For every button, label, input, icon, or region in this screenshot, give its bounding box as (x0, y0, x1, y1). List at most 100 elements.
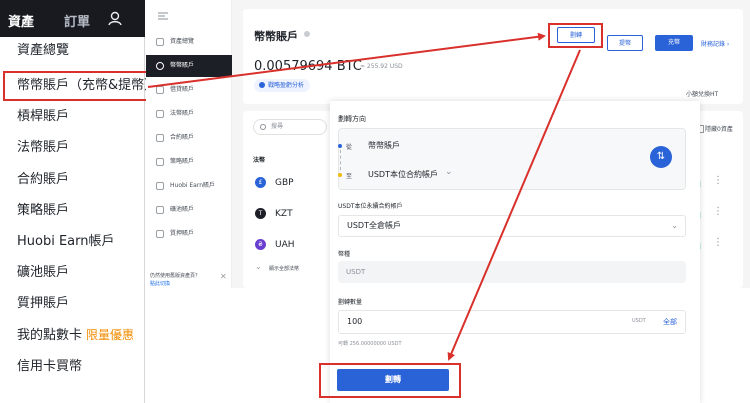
from-dot-icon (338, 144, 342, 148)
to-tag: 至 (346, 173, 353, 180)
sidebar-item-1[interactable]: 幣幣賬戶 (146, 55, 232, 77)
more-icon[interactable]: ⋮ (713, 175, 723, 186)
tip-switch-link[interactable]: 點此切換 (150, 280, 228, 287)
sidebar-item-label: 法幣賬戶 (170, 110, 195, 117)
contract-account-label: USDT本位永續合約帳戶 (338, 203, 403, 210)
account-fiat-value: ≈ 255.92 USD (360, 63, 403, 70)
menu-item-label: 質押賬戶 (17, 296, 70, 311)
sidebar-item-3[interactable]: 法幣賬戶 (146, 103, 232, 125)
account-title: 幣幣賬戶 (254, 30, 298, 43)
coin-icon: T (255, 208, 266, 219)
account-icon (156, 38, 164, 46)
sidebar-item-0[interactable]: 資產總覽 (146, 31, 232, 53)
spot-account-card: 幣幣賬戶 0.00579694 BTC ≈ 255.92 USD 戰略盈虧分析 … (243, 9, 743, 104)
sidebar-item-label: 幣幣賬戶 (170, 62, 195, 69)
account-icon (156, 230, 164, 238)
menu-item-label: 我的點數卡 (17, 328, 83, 343)
coin-icon: £ (255, 177, 266, 188)
available-amount: 可轉 256.00000000 USDT (338, 341, 402, 347)
chevron-down-icon[interactable]: ⌄ (445, 167, 453, 177)
menu-item-9[interactable]: 我的點數卡 限量優惠 (0, 321, 145, 349)
show-all-fiat-link[interactable]: 顯示全部法幣 (253, 262, 299, 272)
coin-name: KZT (275, 209, 293, 219)
financial-records-link[interactable]: 財務記錄 › (701, 39, 729, 48)
coin-field: USDT (338, 261, 686, 283)
tip-question: 仍然使用舊版資產頁？ (150, 273, 201, 279)
search-placeholder: 搜尋 (271, 123, 284, 130)
coin-label: 幣種 (338, 251, 351, 258)
direction-connector (340, 150, 341, 170)
column-header-fiat: 法幣 (253, 157, 266, 164)
menu-item-8[interactable]: 質押賬戶 (0, 290, 145, 318)
menu-item-label: 合約賬戶 (17, 172, 70, 187)
menu-item-label: Huobi Earn帳戶 (17, 234, 115, 249)
sidebar-item-label: Huobi Earn賬戶 (170, 182, 216, 189)
sidebar-item-7[interactable]: 礦池賬戶 (146, 199, 232, 221)
more-icon[interactable]: ⋮ (713, 206, 723, 217)
account-icon (156, 134, 164, 142)
collapse-icon[interactable] (158, 12, 168, 20)
eye-icon[interactable] (304, 31, 310, 37)
to-account-select[interactable]: USDT本位合約帳戶 (368, 169, 438, 180)
tab-orders[interactable]: 訂單 (64, 11, 90, 30)
menu-item-7[interactable]: 礦池賬戶 (0, 259, 145, 287)
menu-item-label: 礦池賬戶 (17, 265, 70, 280)
close-icon[interactable]: ✕ (220, 272, 227, 281)
withdraw-button[interactable]: 提幣 (607, 35, 643, 51)
menu-item-2[interactable]: 槓桿賬戶 (0, 103, 145, 131)
menu-item-6[interactable]: Huobi Earn帳戶 (0, 228, 145, 256)
direction-label: 劃轉方向 (338, 115, 366, 123)
sidebar-item-6[interactable]: Huobi Earn賬戶 (146, 175, 232, 197)
highlight-box-transfer (548, 23, 603, 48)
amount-unit: USDT (632, 318, 646, 324)
pnl-analysis-button[interactable]: 戰略盈虧分析 (254, 79, 311, 92)
user-icon[interactable] (107, 10, 123, 26)
tab-assets[interactable]: 資產 (8, 11, 34, 30)
menu-item-3[interactable]: 法幣賬戶 (0, 134, 145, 162)
account-icon (156, 182, 164, 190)
account-icon (156, 110, 164, 118)
sidebar-item-label: 礦池賬戶 (170, 206, 195, 213)
contract-account-value: USDT全倉帳戶 (347, 221, 401, 230)
account-icon (156, 62, 164, 70)
sidebar-item-label: 借貸賬戶 (170, 86, 195, 93)
account-icon (156, 86, 164, 94)
menu-item-10[interactable]: 信用卡買幣 (0, 353, 145, 381)
hide-zero-checkbox[interactable]: 隱藏0資產 (696, 124, 733, 133)
transfer-modal: 劃轉方向 從 幣幣賬戶 至 USDT本位合約帳戶 ⌄ ⇅ USDT本位永續合約帳… (330, 101, 700, 403)
web-sidebar: 資產總覽幣幣賬戶借貸賬戶法幣賬戶合約賬戶策略賬戶 Huobi Earn賬戶 礦池賬戶… (146, 0, 232, 288)
sidebar-item-8[interactable]: 質押賬戶 (146, 223, 232, 245)
swap-icon[interactable]: ⇅ (650, 146, 672, 168)
sidebar-item-label: 合約賬戶 (170, 134, 195, 141)
account-icon (156, 158, 164, 166)
highlight-box-submit (319, 363, 461, 398)
sidebar-item-4[interactable]: 合約賬戶 (146, 127, 232, 149)
sidebar-item-2[interactable]: 借貸賬戶 (146, 79, 232, 101)
amount-label: 劃轉數量 (338, 299, 363, 306)
account-balance: 0.00579694 BTC (254, 59, 362, 74)
menu-item-label: 策略賬戶 (17, 203, 70, 218)
highlight-box-spot-account (3, 71, 148, 101)
deposit-button[interactable]: 充幣 (655, 35, 693, 51)
mobile-asset-menu: 資產 訂單 資產總覽 幣幣賬戶（充幣&提幣） 槓桿賬戶 法幣賬戶 合約賬戶 策略賬戶 Huo… (0, 0, 157, 403)
promo-badge: 限量優惠 (86, 328, 135, 342)
sidebar-item-label: 策略賬戶 (170, 158, 195, 165)
sidebar-item-label: 資產總覽 (170, 38, 195, 45)
coin-name: UAH (275, 240, 295, 250)
search-input[interactable]: 搜尋 (253, 119, 327, 135)
menu-item-5[interactable]: 策略賬戶 (0, 197, 145, 225)
account-icon (156, 206, 164, 214)
menu-item-0[interactable]: 資產總覽 (0, 37, 145, 65)
amount-all-button[interactable]: 全部 (663, 317, 677, 327)
contract-account-select[interactable]: USDT全倉帳戶 ⌄ (338, 215, 686, 237)
menu-item-label: 法幣賬戶 (17, 140, 70, 155)
more-icon[interactable]: ⋮ (713, 237, 723, 248)
to-dot-icon (338, 173, 342, 177)
menu-item-label: 資產總覽 (17, 43, 70, 58)
small-convert-link[interactable]: 小額兌換HT (686, 89, 718, 98)
from-tag: 從 (346, 144, 353, 151)
search-icon (260, 124, 266, 130)
direction-box (338, 128, 686, 190)
sidebar-item-5[interactable]: 策略賬戶 (146, 151, 232, 173)
menu-item-4[interactable]: 合約賬戶 (0, 166, 145, 194)
